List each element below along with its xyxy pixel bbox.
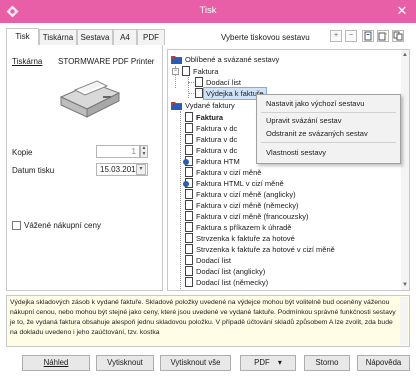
report-tree: Oblíbené a svázané sestavy − Faktura Dod…: [167, 49, 410, 291]
tree-item[interactable]: Dodací list (anglicky): [196, 266, 265, 277]
collapse-all-icon[interactable]: −: [345, 30, 357, 42]
printer-label[interactable]: Tiskárna: [12, 57, 42, 66]
dropdown-arrow-icon: ▾: [277, 358, 282, 367]
window-title: Tisk: [199, 5, 217, 16]
pdf-button[interactable]: PDF ▾: [240, 355, 296, 371]
title-bar: Tisk ✕: [0, 0, 416, 23]
favorites-icon[interactable]: [377, 30, 389, 42]
tree-item[interactable]: Faktura HTML v cizí měně: [196, 178, 284, 189]
report-doc-icon: [185, 255, 193, 265]
tree-item[interactable]: Faktura HTM: [196, 156, 240, 167]
report-doc-icon: [185, 222, 193, 232]
tree-item[interactable]: Faktura: [196, 112, 223, 123]
favorites-folder-icon: [171, 56, 182, 64]
tree-item-dodaci-list[interactable]: Dodací list: [206, 77, 241, 88]
report-doc-icon: [185, 277, 193, 287]
tree-item[interactable]: Faktura v dc: [196, 134, 237, 145]
copies-field[interactable]: 1: [96, 145, 140, 158]
print-all-button[interactable]: Vytisknout vše: [160, 355, 231, 371]
html-report-icon: [183, 156, 193, 166]
tree-item[interactable]: Faktura s příkazem k úhradě: [196, 222, 291, 233]
context-menu: Nastavit jako výchozí sestavu Upravit sv…: [256, 94, 401, 164]
weighted-price-checkbox[interactable]: [12, 221, 21, 230]
report-doc-icon: [195, 77, 203, 87]
menu-separator: [261, 112, 396, 113]
tree-item[interactable]: Strvzenka k faktuře za hotové: [196, 233, 295, 244]
printer-name: STORMWARE PDF Printer: [58, 57, 155, 66]
report-doc-icon: [185, 145, 193, 155]
html-report-icon: [183, 178, 193, 188]
issued-invoices-node[interactable]: Vydané faktury: [185, 100, 235, 111]
date-picker-button[interactable]: ▾: [136, 164, 146, 175]
print-button[interactable]: Vytisknout: [96, 355, 154, 371]
tree-item[interactable]: Faktura v cizí měně (anglicky): [196, 189, 296, 200]
tree-item[interactable]: Faktura v cizí měně (francouzsky): [196, 211, 309, 222]
report-doc-icon: [195, 88, 203, 98]
tree-item[interactable]: Dodací list (německy): [196, 277, 268, 288]
tree-line: [180, 111, 181, 289]
menu-report-properties[interactable]: Vlastnosti sestavy: [266, 147, 326, 159]
tab-pdf[interactable]: PDF: [137, 29, 165, 45]
report-doc-icon: [185, 211, 193, 221]
tree-item[interactable]: Dodací list: [196, 255, 231, 266]
tree-line: [188, 93, 194, 94]
preview-button[interactable]: Náhled: [22, 355, 90, 371]
report-doc-icon: [185, 112, 193, 122]
report-doc-icon: [185, 233, 193, 243]
report-doc-icon: [185, 123, 193, 133]
tree-line: [188, 82, 194, 83]
help-button[interactable]: Nápověda: [357, 355, 410, 371]
close-button[interactable]: ✕: [394, 3, 410, 19]
menu-set-default[interactable]: Nastavit jako výchozí sestavu: [266, 98, 364, 110]
tab-tiskarna[interactable]: Tiskárna: [39, 29, 77, 45]
scroll-down-icon[interactable]: ▼: [401, 280, 409, 290]
report-doc-icon: [182, 66, 190, 76]
report-doc-icon: [185, 200, 193, 210]
report-doc-icon: [185, 134, 193, 144]
report-doc-icon: [185, 167, 193, 177]
copies-label: Kopie: [12, 148, 33, 157]
info-icon[interactable]: [362, 30, 374, 42]
tree-item-faktura[interactable]: Faktura: [193, 66, 218, 77]
menu-remove-binding[interactable]: Odstranit ze svázaných sestav: [266, 128, 368, 140]
tab-sestava[interactable]: Sestava: [77, 29, 113, 45]
menu-separator: [261, 142, 396, 143]
tree-item[interactable]: Strvzenka k faktuře za hotové v cizí měn…: [196, 244, 335, 255]
report-description: Výdejka skladových zásob k vydané faktuř…: [6, 295, 410, 347]
copy-icon[interactable]: [392, 30, 404, 42]
cancel-button[interactable]: Storno: [304, 355, 350, 371]
tree-item[interactable]: Faktura v cizí měně (německy): [196, 200, 299, 211]
tab-tisk[interactable]: Tisk: [6, 28, 39, 46]
printer-icon: [59, 80, 121, 118]
report-doc-icon: [185, 266, 193, 276]
menu-edit-binding[interactable]: Upravit svázání sestav: [266, 115, 341, 127]
weighted-price-label: Vážené nákupní ceny: [24, 221, 101, 230]
tree-line: [188, 77, 189, 98]
copies-stepper[interactable]: ▲ ▼: [140, 145, 148, 158]
tree-item[interactable]: Faktura v dc: [196, 145, 237, 156]
pdf-button-label: PDF: [254, 358, 270, 367]
date-label: Datum tisku: [12, 166, 55, 175]
tree-scrollbar[interactable]: ▲ ▼: [401, 50, 409, 290]
issued-invoices-folder-icon: [171, 102, 182, 110]
description-scrollbar[interactable]: [400, 297, 408, 345]
report-doc-icon: [185, 189, 193, 199]
expand-all-icon[interactable]: +: [330, 30, 342, 42]
tab-a4[interactable]: A4: [113, 29, 137, 45]
tree-item[interactable]: Faktura v cizí měně: [196, 167, 261, 178]
report-hint: Vyberte tiskovou sestavu: [221, 33, 310, 42]
report-doc-icon: [185, 244, 193, 254]
expander-faktura[interactable]: −: [172, 68, 179, 75]
favorites-node[interactable]: Oblíbené a svázané sestavy: [185, 54, 279, 65]
report-description-text: Výdejka skladových zásob k vydané faktuř…: [10, 299, 396, 336]
scroll-up-icon[interactable]: ▲: [401, 50, 409, 60]
tree-item[interactable]: Faktura v dc: [196, 123, 237, 134]
